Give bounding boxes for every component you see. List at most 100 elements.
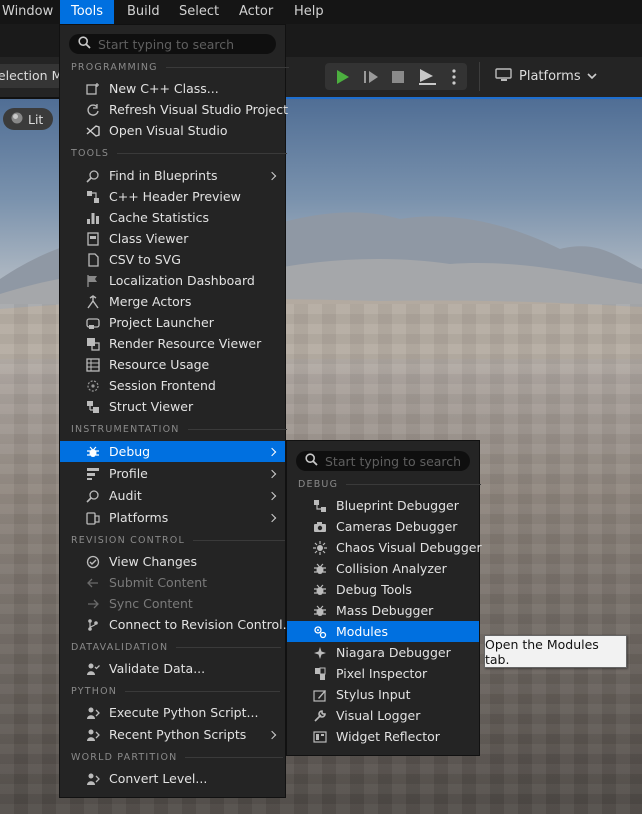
menu-item-view-changes[interactable]: View Changes [60,551,285,572]
menu-select[interactable]: Select [179,0,219,24]
section-programming: PROGRAMMING [71,62,289,73]
section-label: WORLD PARTITION [71,752,178,763]
merge-icon [86,294,100,309]
menu-item-struct-viewer[interactable]: Struct Viewer [60,396,285,417]
table-icon [86,357,100,372]
stylus-icon [313,688,327,702]
section-label: TOOLS [71,148,110,159]
tools-menu-search[interactable]: Start typing to search [69,34,276,54]
menu-item-platforms[interactable]: Platforms [60,507,285,528]
menu-item-debug-tools[interactable]: Debug Tools [287,579,479,600]
menu-item-find-in-blueprints[interactable]: Find in Blueprints [60,165,285,186]
menu-item-cache-statistics[interactable]: Cache Statistics [60,207,285,228]
menu-item-project-launcher[interactable]: Project Launcher [60,312,285,333]
recent-script-icon [86,728,100,742]
flag-icon [86,274,100,288]
main-menu-bar: Window Tools Build Select Actor Help [0,0,642,24]
menu-item-collision-analyzer[interactable]: Collision Analyzer [287,558,479,579]
menu-help[interactable]: Help [294,0,324,24]
menu-item-convert-level[interactable]: Convert Level... [60,768,285,789]
menu-tools[interactable]: Tools [60,0,114,24]
section-instrumentation: INSTRUMENTATION [71,424,287,435]
session-icon [86,379,100,393]
menu-item-niagara-debugger[interactable]: Niagara Debugger [287,642,479,663]
menu-item-render-resource-viewer[interactable]: Render Resource Viewer [60,333,285,354]
convert-icon [86,772,100,786]
menu-item-modules[interactable]: Modules [287,621,479,642]
modules-tooltip: Open the Modules tab. [484,635,627,668]
menu-item-label: Session Frontend [109,378,216,393]
menu-item-audit[interactable]: Audit [60,485,285,506]
menu-item-localization-dashboard[interactable]: Localization Dashboard [60,270,285,291]
menu-item-label: Chaos Visual Debugger [336,540,482,555]
menu-item-merge-actors[interactable]: Merge Actors [60,291,285,312]
platforms-dropdown[interactable]: Platforms [495,63,597,90]
menu-item-stylus-input[interactable]: Stylus Input [287,684,479,705]
bug-icon [313,583,327,597]
menu-item-open-visual-studio[interactable]: Open Visual Studio [60,120,285,141]
menu-item-session-frontend[interactable]: Session Frontend [60,375,285,396]
more-options-icon[interactable] [447,63,461,90]
menu-item-label: Struct Viewer [109,399,194,414]
gamepad-icon [86,316,100,330]
menu-item-csv-to-svg[interactable]: CSV to SVG [60,249,285,270]
menu-item-label: Mass Debugger [336,603,434,618]
menu-item-refresh-visual-studio[interactable]: Refresh Visual Studio Project [60,99,288,120]
menu-item-recent-python-scripts[interactable]: Recent Python Scripts [60,724,285,745]
section-revision-control: REVISION CONTROL [71,535,285,546]
menu-item-debug[interactable]: Debug [60,441,285,462]
menu-item-pixel-inspector[interactable]: Pixel Inspector [287,663,479,684]
check-circle-icon [86,555,100,569]
menu-item-sync-content[interactable]: Sync Content [60,593,285,614]
menu-item-label: New C++ Class... [109,81,219,96]
menu-item-new-cpp-class[interactable]: New C++ Class... [60,78,285,99]
menu-item-class-viewer[interactable]: Class Viewer [60,228,285,249]
menu-item-cameras-debugger[interactable]: Cameras Debugger [287,516,479,537]
modules-icon [313,625,327,639]
menu-build[interactable]: Build [127,0,160,24]
audit-icon [86,489,100,503]
menu-item-label: Platforms [109,510,169,525]
section-world-partition: WORLD PARTITION [71,752,284,763]
widget-reflector-icon [313,730,327,744]
section-label: REVISION CONTROL [71,535,185,546]
tools-menu: Start typing to search PROGRAMMING New C… [59,24,295,798]
debug-menu-search[interactable]: Start typing to search [296,451,470,471]
struct-icon [86,400,100,414]
script-icon [86,706,100,720]
lit-label: Lit [28,111,44,127]
menu-item-resource-usage[interactable]: Resource Usage [60,354,285,375]
eject-icon[interactable] [415,63,439,90]
stop-icon[interactable] [387,63,409,90]
menu-item-blueprint-debugger[interactable]: Blueprint Debugger [287,495,479,516]
menu-item-connect-revision-control[interactable]: Connect to Revision Control... [60,614,295,635]
pixel-inspector-icon [313,667,327,681]
menu-item-profile[interactable]: Profile [60,463,285,484]
section-label: DEBUG [298,479,339,490]
menu-item-label: Class Viewer [109,231,189,246]
play-icon[interactable] [331,63,353,90]
wrench-icon [313,709,327,723]
collision-icon [313,562,327,576]
view-mode-lit-button[interactable]: Lit [3,108,53,130]
bug-icon [313,604,327,618]
menu-item-label: Connect to Revision Control... [109,617,295,632]
menu-item-validate-data[interactable]: Validate Data... [60,658,285,679]
menu-item-submit-content[interactable]: Submit Content [60,572,285,593]
section-divider [187,429,287,430]
validate-icon [86,662,100,676]
section-label: INSTRUMENTATION [71,424,180,435]
menu-item-execute-python-script[interactable]: Execute Python Script... [60,702,285,723]
menu-item-chaos-visual-debugger[interactable]: Chaos Visual Debugger [287,537,482,558]
menu-item-cpp-header-preview[interactable]: C++ Header Preview [60,186,285,207]
menu-item-visual-logger[interactable]: Visual Logger [287,705,479,726]
search-placeholder: Start typing to search [325,453,462,469]
menu-window[interactable]: Window [2,0,53,24]
menu-item-label: Execute Python Script... [109,705,259,720]
menu-item-mass-debugger[interactable]: Mass Debugger [287,600,479,621]
advance-frame-icon[interactable] [360,63,382,90]
menu-actor[interactable]: Actor [239,0,273,24]
submenu-arrow-icon [267,513,277,522]
menu-item-widget-reflector[interactable]: Widget Reflector [287,726,479,747]
submenu-arrow-icon [267,171,277,180]
